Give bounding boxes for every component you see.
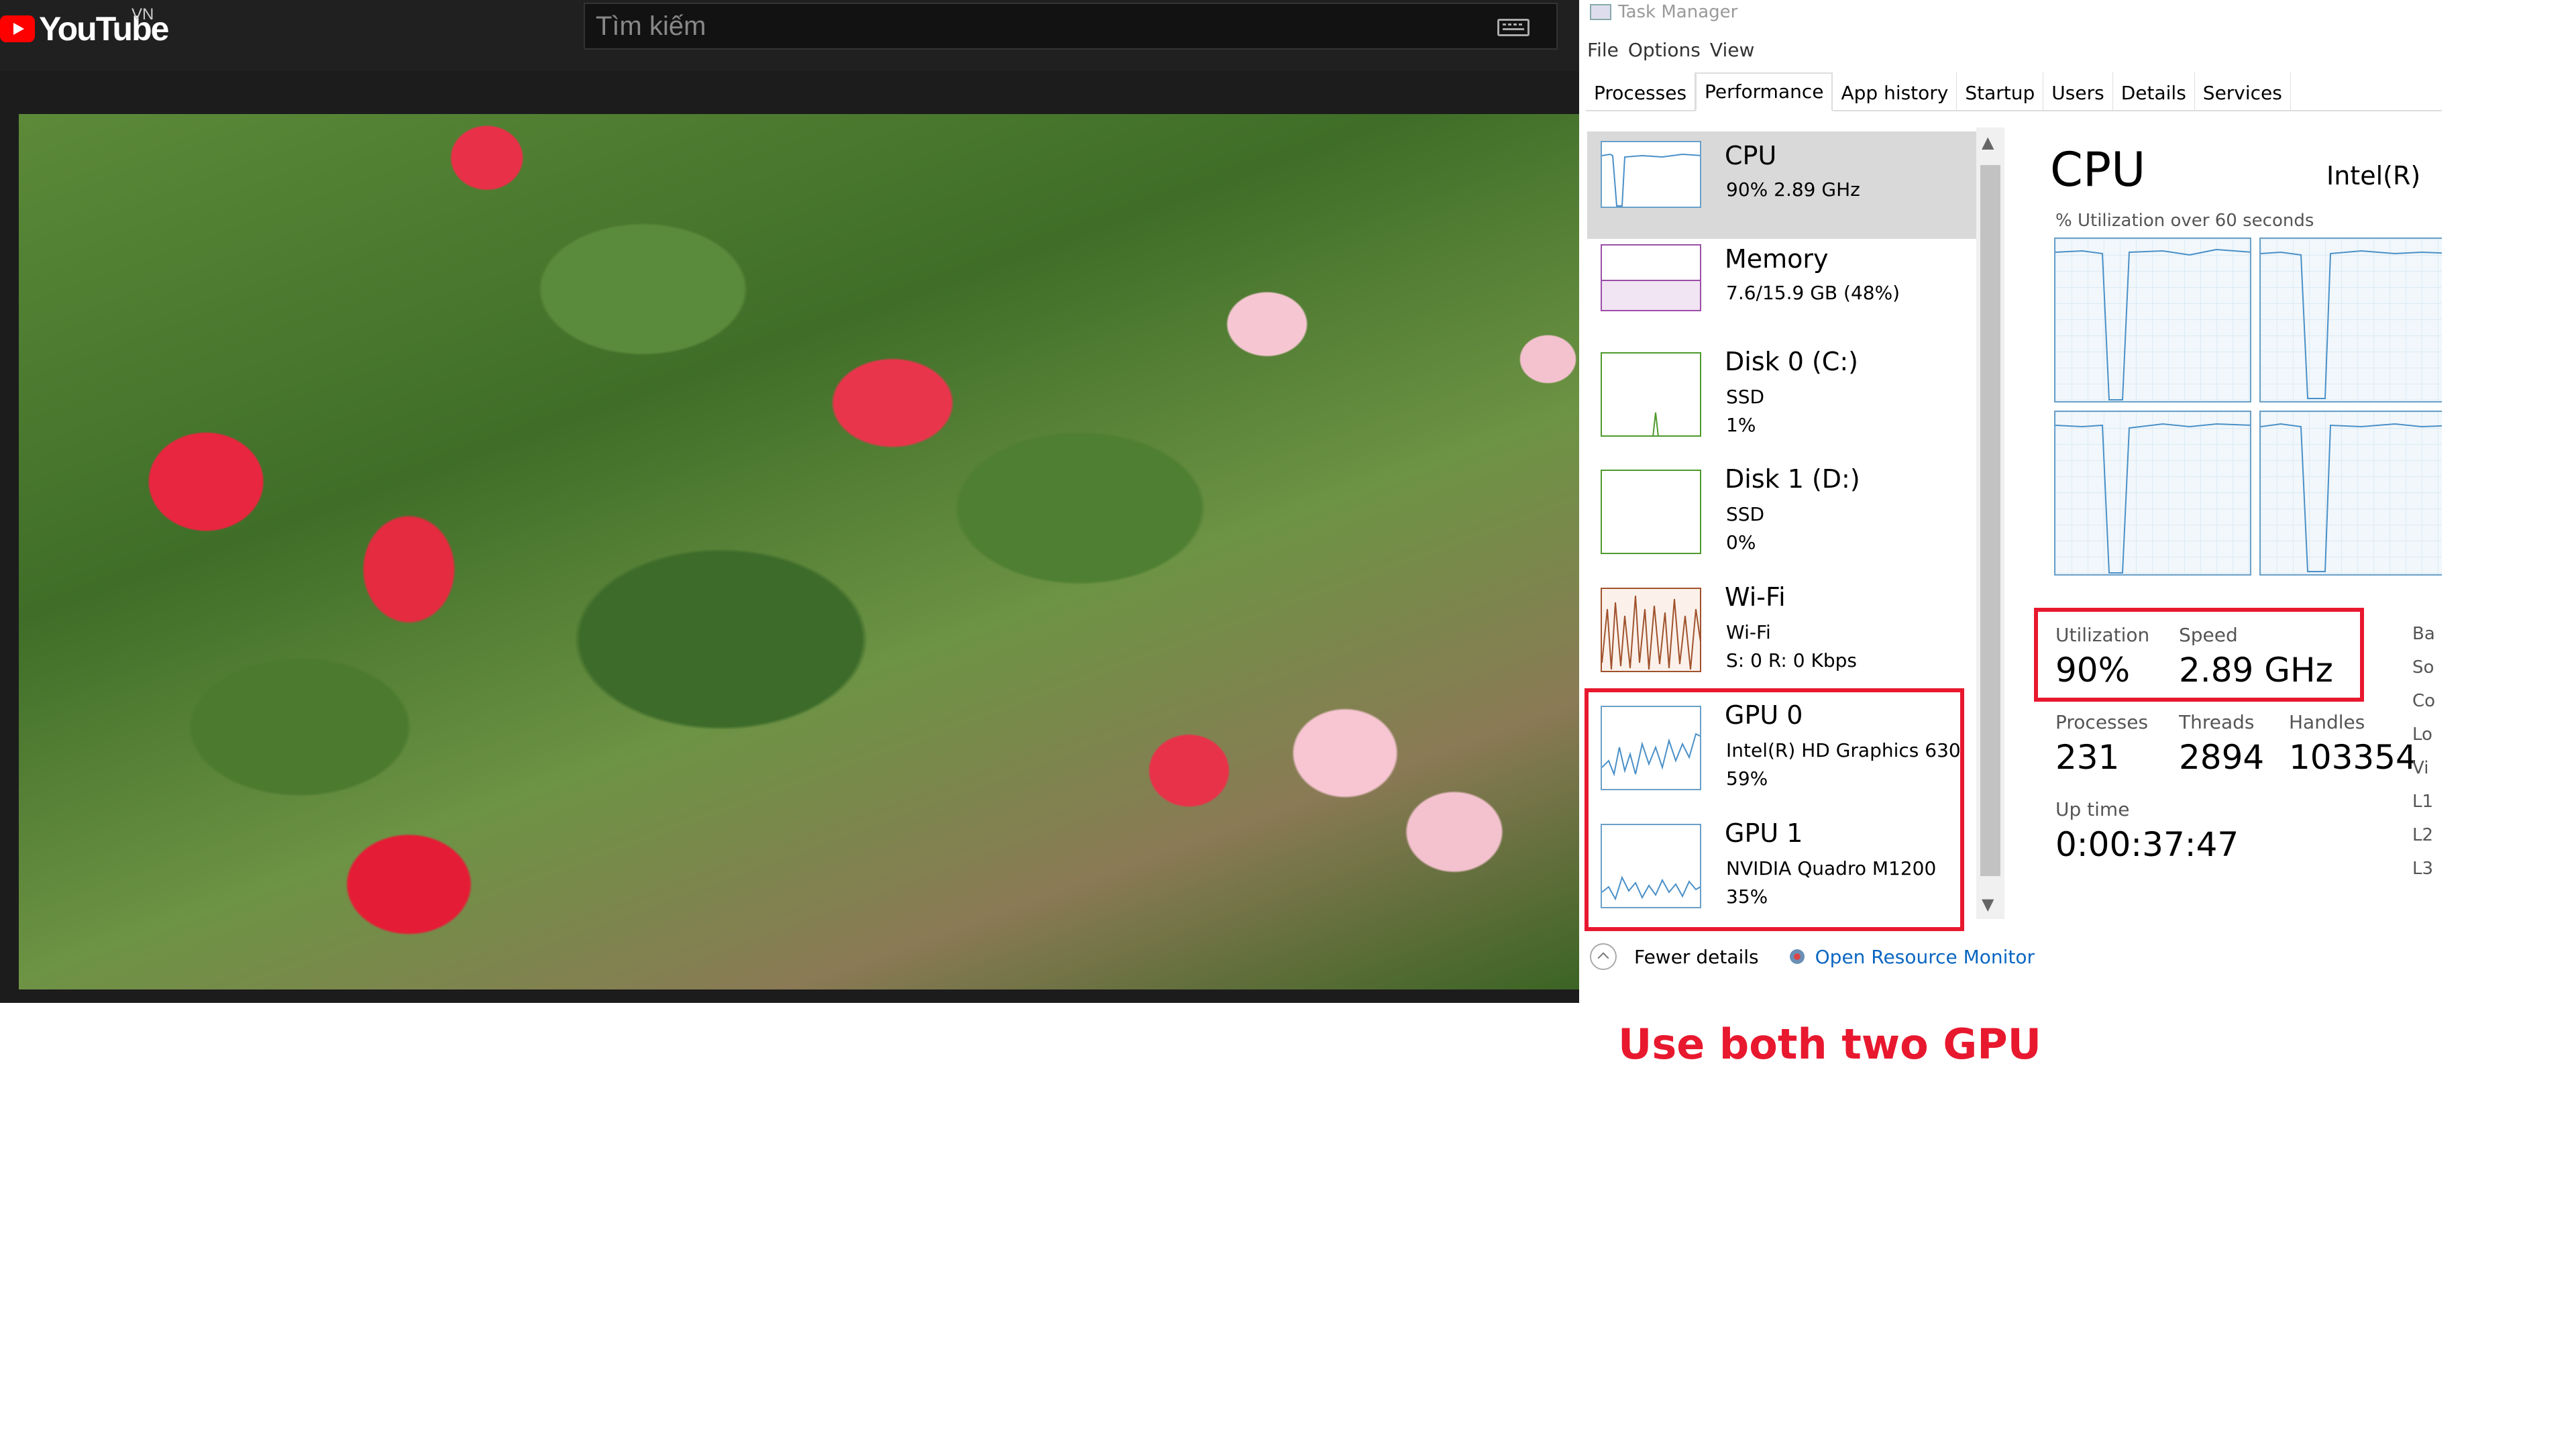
tab-app-history[interactable]: App history	[1833, 72, 1957, 110]
cpu-core-graphs	[2054, 237, 2442, 578]
perf-item-disk-0[interactable]: Disk 0 (C:) SSD 1%	[1587, 337, 1976, 445]
tab-processes[interactable]: Processes	[1586, 72, 1696, 110]
chevron-down-icon[interactable]: ▼	[1982, 895, 1994, 914]
side-label: Vi	[2412, 758, 2429, 778]
threads-label: Threads	[2179, 711, 2255, 733]
side-label: Lo	[2412, 724, 2432, 745]
cpu-thumbnail-graph	[1601, 141, 1701, 208]
open-resource-monitor-link[interactable]: Open Resource Monitor	[1815, 946, 2035, 968]
annotation-text: Use both two GPU	[1618, 1020, 2041, 1069]
perf-item-subtitle: 7.6/15.9 GB (48%)	[1726, 282, 1900, 304]
perf-item-title: Disk 0 (C:)	[1725, 347, 1858, 376]
core-graph	[2054, 237, 2251, 402]
tab-users[interactable]: Users	[2043, 72, 2113, 110]
footer: Fewer details Open Resource Monitor	[1590, 943, 2035, 970]
core-graph	[2259, 411, 2442, 576]
side-label: L2	[2412, 825, 2434, 845]
perf-item-value: S: 0 R: 0 Kbps	[1726, 649, 1857, 672]
perf-item-subtitle: Wi-Fi	[1726, 621, 1771, 643]
wifi-thumbnail-graph	[1601, 588, 1701, 672]
menu-view[interactable]: View	[1710, 39, 1754, 61]
uptime-label: Up time	[2055, 798, 2130, 820]
perf-item-wifi[interactable]: Wi-Fi Wi-Fi S: 0 R: 0 Kbps	[1587, 573, 1976, 680]
side-label: L1	[2412, 792, 2434, 812]
collapse-icon[interactable]	[1590, 943, 1617, 970]
perf-item-value: 0%	[1726, 531, 1756, 553]
title-bar: Task Manager	[1590, 0, 1737, 24]
cpu-model-name: Intel(R) Core	[2326, 161, 2427, 191]
perf-item-memory[interactable]: Memory 7.6/15.9 GB (48%)	[1587, 235, 1976, 342]
utilization-value: 90%	[2055, 651, 2131, 690]
perf-item-title: Disk 1 (D:)	[1725, 464, 1860, 494]
keyboard-icon[interactable]	[1497, 19, 1529, 36]
perf-item-disk-1[interactable]: Disk 1 (D:) SSD 0%	[1587, 455, 1976, 562]
resource-monitor-icon	[1789, 949, 1805, 964]
tab-startup[interactable]: Startup	[1957, 72, 2044, 110]
gpu-highlight-box	[1585, 688, 1964, 931]
youtube-window: YouTube VN	[0, 0, 1579, 1003]
task-manager-icon	[1590, 4, 1611, 20]
perf-item-subtitle: SSD	[1726, 386, 1765, 408]
video-player[interactable]	[19, 114, 1579, 989]
youtube-search-box[interactable]	[584, 3, 1558, 50]
side-label: L3	[2412, 859, 2434, 879]
core-graph	[2259, 237, 2442, 402]
perf-item-title: CPU	[1725, 141, 1777, 170]
menu-file[interactable]: File	[1587, 39, 1619, 61]
perf-item-cpu[interactable]: CPU 90% 2.89 GHz	[1587, 131, 1976, 239]
menu-options[interactable]: Options	[1628, 39, 1701, 61]
chevron-up-icon[interactable]: ▲	[1982, 133, 1994, 152]
side-label: Ba	[2412, 624, 2435, 644]
scrollbar-thumb[interactable]	[1980, 165, 2000, 876]
perf-item-title: Wi-Fi	[1725, 582, 1786, 612]
memory-thumbnail-graph	[1601, 244, 1701, 311]
utilization-label: Utilization	[2055, 624, 2150, 646]
tab-bar: Processes Performance App history Startu…	[1586, 72, 2442, 111]
detail-heading: CPU	[2050, 142, 2146, 197]
speed-value: 2.89 GHz	[2179, 651, 2333, 690]
threads-value: 2894	[2179, 738, 2265, 777]
tab-services[interactable]: Services	[2195, 72, 2291, 110]
disk-0-thumbnail-graph	[1601, 352, 1701, 437]
perf-item-title: Memory	[1725, 244, 1829, 274]
tab-performance[interactable]: Performance	[1695, 72, 1833, 111]
perf-item-subtitle: 90% 2.89 GHz	[1726, 178, 1860, 201]
perf-item-value: 1%	[1726, 414, 1756, 436]
list-scrollbar[interactable]: ▲ ▼	[1976, 127, 2004, 919]
fewer-details-link[interactable]: Fewer details	[1634, 946, 1759, 968]
speed-label: Speed	[2179, 624, 2238, 646]
processes-label: Processes	[2055, 711, 2149, 733]
disk-1-thumbnail-graph	[1601, 470, 1701, 554]
handles-label: Handles	[2289, 711, 2365, 733]
youtube-play-icon	[0, 15, 35, 42]
menu-bar: File Options View	[1587, 39, 1754, 61]
tab-details[interactable]: Details	[2113, 72, 2195, 110]
search-input[interactable]	[596, 11, 1468, 42]
side-label: Co	[2412, 691, 2436, 711]
core-graph	[2054, 411, 2251, 576]
side-label: So	[2412, 657, 2434, 678]
perf-item-subtitle: SSD	[1726, 503, 1765, 525]
window-title: Task Manager	[1618, 2, 1738, 22]
handles-value: 103354	[2289, 738, 2417, 777]
processes-value: 231	[2055, 738, 2120, 777]
uptime-value: 0:00:37:47	[2055, 825, 2239, 864]
youtube-header: YouTube VN	[0, 0, 1579, 71]
graph-caption: % Utilization over 60 seconds	[2055, 211, 2314, 231]
youtube-region-code: VN	[131, 5, 154, 23]
